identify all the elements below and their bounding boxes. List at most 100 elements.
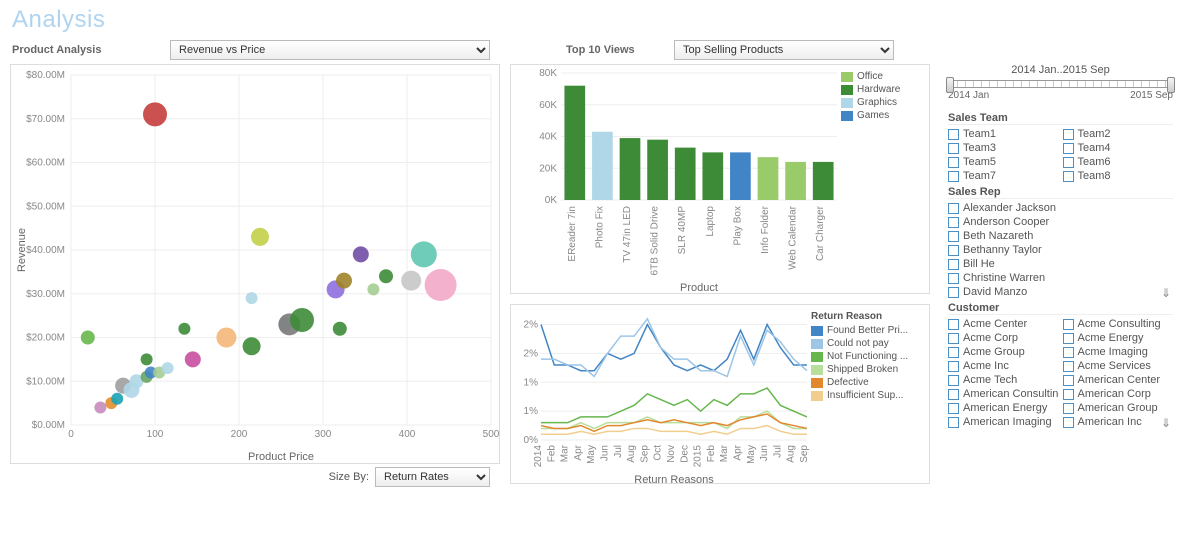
checkbox-item[interactable]: Acme Consulting bbox=[1063, 318, 1174, 330]
checkbox-item[interactable]: David Manzo bbox=[948, 286, 1173, 298]
checkbox-icon[interactable] bbox=[948, 157, 959, 168]
checkbox-label: Team8 bbox=[1078, 170, 1111, 182]
checkbox-icon[interactable] bbox=[948, 333, 959, 344]
down-arrow-icon[interactable]: ⇓ bbox=[1161, 286, 1171, 300]
checkbox-item[interactable]: Team8 bbox=[1063, 170, 1174, 182]
checkbox-item[interactable]: Christine Warren bbox=[948, 272, 1173, 284]
checkbox-item[interactable]: Team5 bbox=[948, 156, 1059, 168]
svg-text:Play Box: Play Box bbox=[732, 206, 743, 245]
checkbox-item[interactable]: Bethanny Taylor bbox=[948, 244, 1173, 256]
slider-label-left: 2014 Jan bbox=[948, 90, 989, 101]
checkbox-icon[interactable] bbox=[948, 217, 959, 228]
checkbox-item[interactable]: Acme Center bbox=[948, 318, 1059, 330]
checkbox-icon[interactable] bbox=[948, 347, 959, 358]
checkbox-icon[interactable] bbox=[1063, 375, 1074, 386]
svg-text:80K: 80K bbox=[539, 68, 557, 79]
checkbox-label: Acme Tech bbox=[963, 374, 1017, 386]
checkbox-item[interactable]: Team6 bbox=[1063, 156, 1174, 168]
checkbox-item[interactable]: Beth Nazareth bbox=[948, 230, 1173, 242]
checkbox-icon[interactable] bbox=[948, 389, 959, 400]
svg-text:$70.00M: $70.00M bbox=[26, 114, 65, 125]
checkbox-icon[interactable] bbox=[948, 273, 959, 284]
svg-text:$0.00M: $0.00M bbox=[32, 420, 65, 431]
svg-text:Jun: Jun bbox=[600, 445, 611, 461]
checkbox-label: American Consulting bbox=[963, 388, 1059, 400]
checkbox-icon[interactable] bbox=[1063, 417, 1074, 428]
checkbox-icon[interactable] bbox=[948, 287, 959, 298]
checkbox-icon[interactable] bbox=[1063, 333, 1074, 344]
size-by-select[interactable]: Return Rates bbox=[375, 467, 490, 487]
line-chart: 0%1%1%2%2%2014FebMarAprMayJunJulAugSepOc… bbox=[510, 304, 930, 484]
checkbox-item[interactable]: Anderson Cooper bbox=[948, 216, 1173, 228]
checkbox-label: American Inc bbox=[1078, 416, 1142, 428]
checkbox-icon[interactable] bbox=[948, 245, 959, 256]
svg-text:$30.00M: $30.00M bbox=[26, 289, 65, 300]
checkbox-icon[interactable] bbox=[948, 143, 959, 154]
checkbox-icon[interactable] bbox=[1063, 143, 1074, 154]
checkbox-icon[interactable] bbox=[948, 203, 959, 214]
svg-text:$40.00M: $40.00M bbox=[26, 245, 65, 256]
checkbox-item[interactable]: American Consulting bbox=[948, 388, 1059, 400]
checkbox-icon[interactable] bbox=[948, 129, 959, 140]
checkbox-icon[interactable] bbox=[948, 171, 959, 182]
checkbox-icon[interactable] bbox=[1063, 403, 1074, 414]
checkbox-icon[interactable] bbox=[948, 319, 959, 330]
svg-text:Product Price: Product Price bbox=[248, 451, 314, 463]
checkbox-icon[interactable] bbox=[948, 403, 959, 414]
svg-text:Revenue: Revenue bbox=[16, 228, 28, 272]
checkbox-item[interactable]: American Inc bbox=[1063, 416, 1174, 428]
slider-handle-right[interactable] bbox=[1167, 77, 1175, 93]
svg-text:40K: 40K bbox=[539, 132, 557, 143]
checkbox-icon[interactable] bbox=[1063, 347, 1074, 358]
checkbox-item[interactable]: Team2 bbox=[1063, 128, 1174, 140]
checkbox-item[interactable]: Team7 bbox=[948, 170, 1059, 182]
checkbox-icon[interactable] bbox=[1063, 361, 1074, 372]
checkbox-item[interactable]: American Corp bbox=[1063, 388, 1174, 400]
checkbox-icon[interactable] bbox=[948, 361, 959, 372]
checkbox-icon[interactable] bbox=[948, 259, 959, 270]
controls-row: Product Analysis Revenue vs Price Top 10… bbox=[0, 38, 1187, 64]
checkbox-item[interactable]: Acme Imaging bbox=[1063, 346, 1174, 358]
slider-handle-left[interactable] bbox=[946, 77, 954, 93]
checkbox-item[interactable]: American Center bbox=[1063, 374, 1174, 386]
checkbox-icon[interactable] bbox=[1063, 157, 1074, 168]
top10-select[interactable]: Top Selling Products bbox=[674, 40, 894, 60]
svg-text:2%: 2% bbox=[524, 348, 539, 359]
checkbox-item[interactable]: Acme Inc bbox=[948, 360, 1059, 372]
checkbox-icon[interactable] bbox=[948, 375, 959, 386]
checkbox-item[interactable]: Acme Tech bbox=[948, 374, 1059, 386]
svg-text:2%: 2% bbox=[524, 320, 539, 331]
checkbox-label: Beth Nazareth bbox=[963, 230, 1033, 242]
date-slider[interactable]: 2014 Jan..2015 Sep 2014 Jan 2015 Sep bbox=[948, 64, 1173, 108]
checkbox-icon[interactable] bbox=[948, 231, 959, 242]
product-analysis-select[interactable]: Revenue vs Price bbox=[170, 40, 490, 60]
down-arrow-icon[interactable]: ⇓ bbox=[1161, 416, 1171, 430]
svg-text:$20.00M: $20.00M bbox=[26, 333, 65, 344]
svg-text:Car Charger: Car Charger bbox=[815, 205, 826, 261]
checkbox-label: Acme Consulting bbox=[1078, 318, 1161, 330]
svg-text:6TB Solid Drive: 6TB Solid Drive bbox=[650, 206, 661, 276]
checkbox-item[interactable]: Alexander Jackson bbox=[948, 202, 1173, 214]
checkbox-item[interactable]: Team1 bbox=[948, 128, 1059, 140]
checkbox-item[interactable]: Team3 bbox=[948, 142, 1059, 154]
checkbox-item[interactable]: American Energy bbox=[948, 402, 1059, 414]
checkbox-icon[interactable] bbox=[1063, 129, 1074, 140]
checkbox-item[interactable]: American Imaging bbox=[948, 416, 1059, 428]
checkbox-label: Team5 bbox=[963, 156, 996, 168]
svg-text:Sep: Sep bbox=[639, 445, 650, 463]
checkbox-item[interactable]: American Group bbox=[1063, 402, 1174, 414]
checkbox-item[interactable]: Team4 bbox=[1063, 142, 1174, 154]
bar-chart: 0K20K40K60K80KEReader 7inPhoto FixTV 47i… bbox=[510, 64, 930, 294]
checkbox-item[interactable]: Bill He bbox=[948, 258, 1173, 270]
svg-text:Laptop: Laptop bbox=[705, 206, 716, 237]
checkbox-item[interactable]: Acme Services bbox=[1063, 360, 1174, 372]
checkbox-icon[interactable] bbox=[1063, 389, 1074, 400]
checkbox-label: Anderson Cooper bbox=[963, 216, 1049, 228]
checkbox-item[interactable]: Acme Corp bbox=[948, 332, 1059, 344]
checkbox-icon[interactable] bbox=[948, 417, 959, 428]
svg-text:Web Calendar: Web Calendar bbox=[788, 205, 799, 269]
checkbox-icon[interactable] bbox=[1063, 319, 1074, 330]
checkbox-icon[interactable] bbox=[1063, 171, 1074, 182]
checkbox-item[interactable]: Acme Group bbox=[948, 346, 1059, 358]
checkbox-item[interactable]: Acme Energy bbox=[1063, 332, 1174, 344]
